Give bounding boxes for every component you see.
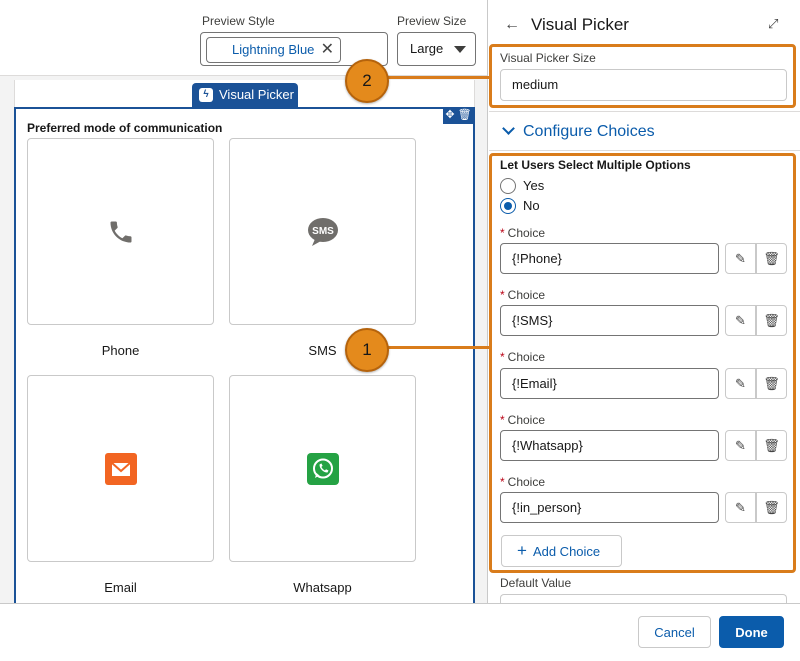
caret-down-icon xyxy=(454,46,466,53)
preview-toolbar: Preview Style Lightning Blue ✕ Preview S… xyxy=(0,0,487,76)
back-arrow-icon[interactable]: ← xyxy=(504,16,520,34)
add-choice-label: Add Choice xyxy=(532,544,601,559)
add-choice-button[interactable]: + Add Choice xyxy=(501,535,622,567)
choice-card-email[interactable] xyxy=(27,375,214,562)
choice-input[interactable]: {!Whatsapp} xyxy=(500,430,719,461)
flow-canvas-area: Preview Style Lightning Blue ✕ Preview S… xyxy=(0,0,487,661)
delete-icon[interactable]: 🗑 xyxy=(756,492,787,523)
default-value-label: Default Value xyxy=(500,576,572,590)
preview-style-label: Preview Style xyxy=(202,14,275,28)
component-tag[interactable]: ϟ Visual Picker xyxy=(192,83,298,107)
lightning-icon: ϟ xyxy=(199,88,213,102)
choice-card-phone[interactable] xyxy=(27,138,214,325)
delete-icon[interactable]: 🗑 xyxy=(458,109,472,121)
component-label: Preferred mode of communication xyxy=(27,121,223,135)
visual-picker-size-input[interactable]: medium xyxy=(500,69,787,101)
required-marker: * xyxy=(500,413,505,427)
choice-card-label: Email xyxy=(104,580,137,595)
radio-label: Yes xyxy=(523,178,545,193)
callout-marker-1: 1 xyxy=(345,328,389,372)
sms-icon: SMS xyxy=(307,217,338,246)
configure-choices-section-toggle[interactable]: Configure Choices xyxy=(489,111,800,151)
choice-label-text: Choice xyxy=(507,413,546,427)
configure-choices-label: Configure Choices xyxy=(523,123,655,140)
chevron-down-icon xyxy=(502,122,515,135)
callout-line-2 xyxy=(380,76,491,79)
panel-title: Visual Picker xyxy=(531,15,629,34)
required-marker: * xyxy=(500,288,505,302)
edit-icon[interactable]: ✎ xyxy=(725,430,756,461)
choice-label: * Choice xyxy=(500,413,545,427)
phone-icon xyxy=(110,221,131,242)
edit-icon[interactable]: ✎ xyxy=(725,492,756,523)
preview-style-pill[interactable]: Lightning Blue ✕ xyxy=(206,37,341,63)
delete-icon[interactable]: 🗑 xyxy=(756,430,787,461)
choice-input[interactable]: {!SMS} xyxy=(500,305,719,336)
delete-icon[interactable]: 🗑 xyxy=(756,305,787,336)
whatsapp-icon xyxy=(306,452,339,485)
choice-card-label: Phone xyxy=(101,343,140,358)
email-icon xyxy=(104,452,137,485)
required-marker: * xyxy=(500,350,505,364)
visual-picker-size-label: Visual Picker Size xyxy=(500,51,596,65)
required-marker: * xyxy=(500,475,505,489)
choice-label-text: Choice xyxy=(507,288,546,302)
choice-label: * Choice xyxy=(500,288,545,302)
expand-icon[interactable]: ⤢ xyxy=(768,16,778,32)
choice-input[interactable]: {!Phone} xyxy=(500,243,719,274)
choice-label: * Choice xyxy=(500,226,545,240)
callout-marker-2: 2 xyxy=(345,59,389,103)
done-button[interactable]: Done xyxy=(719,616,784,648)
edit-icon[interactable]: ✎ xyxy=(725,243,756,274)
callout-line-1 xyxy=(380,346,491,349)
component-tag-label: Visual Picker xyxy=(219,87,294,102)
choice-input[interactable]: {!in_person} xyxy=(500,492,719,523)
preview-size-select[interactable]: Large xyxy=(397,32,476,66)
choice-label-text: Choice xyxy=(507,350,546,364)
choice-label: * Choice xyxy=(500,475,545,489)
radio-button[interactable] xyxy=(500,178,516,194)
required-marker: * xyxy=(500,226,505,240)
preview-size-value: Large xyxy=(410,41,444,56)
radio-label: No xyxy=(523,198,540,213)
plus-icon: + xyxy=(517,541,527,560)
choice-label: * Choice xyxy=(500,350,545,364)
edit-icon[interactable]: ✎ xyxy=(725,305,756,336)
preview-size-label: Preview Size xyxy=(397,14,467,28)
preview-style-value: Lightning Blue xyxy=(232,42,315,57)
choice-input[interactable]: {!Email} xyxy=(500,368,719,399)
choice-label-text: Choice xyxy=(507,226,546,240)
choice-card-whatsapp[interactable] xyxy=(229,375,416,562)
delete-icon[interactable]: 🗑 xyxy=(756,243,787,274)
choice-card-label: Whatsapp xyxy=(293,580,352,595)
sms-icon-text: SMS xyxy=(312,226,334,237)
delete-icon[interactable]: 🗑 xyxy=(756,368,787,399)
cancel-button[interactable]: Cancel xyxy=(638,616,711,648)
multi-select-label: Let Users Select Multiple Options xyxy=(500,158,691,172)
edit-icon[interactable]: ✎ xyxy=(725,368,756,399)
close-icon[interactable]: ✕ xyxy=(321,38,334,62)
choice-card-sms[interactable]: SMS xyxy=(229,138,416,325)
choice-label-text: Choice xyxy=(507,475,546,489)
move-icon[interactable]: ✥ xyxy=(445,109,454,121)
radio-button[interactable] xyxy=(500,198,516,214)
component-actions[interactable]: ✥ 🗑 xyxy=(443,107,474,124)
